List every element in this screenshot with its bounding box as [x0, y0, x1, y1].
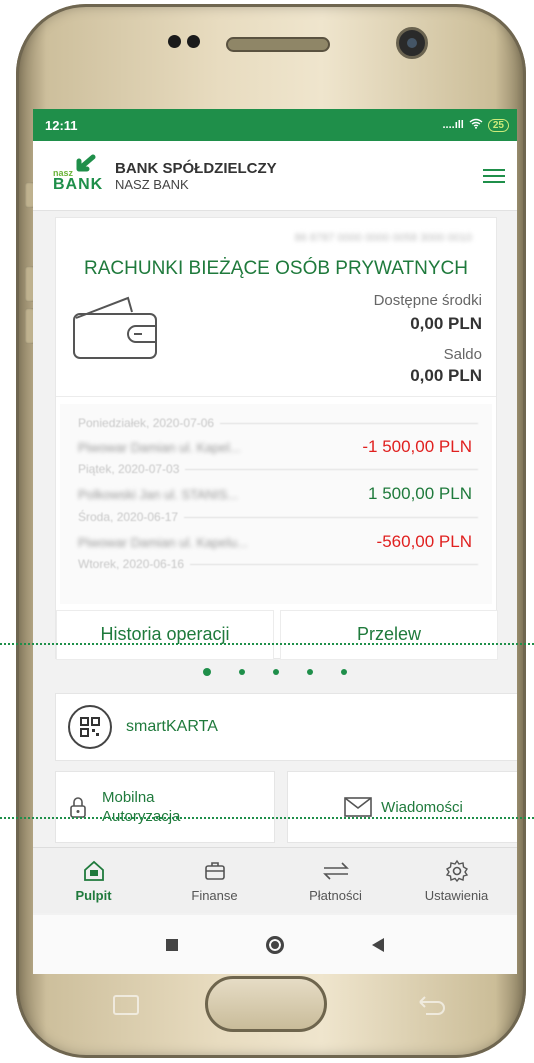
pager-dot[interactable]	[341, 669, 347, 675]
transaction-amount: -1 500,00 PLN	[362, 437, 472, 456]
nav-item-platnosci[interactable]: Płatności	[275, 848, 396, 913]
qr-code-icon	[68, 705, 112, 749]
hamburger-menu-icon[interactable]	[483, 165, 505, 187]
briefcase-icon	[204, 861, 225, 880]
app-screenshot: 12:11 ....ıll 25 nasz BANK BANK SPÓŁDZIE…	[0, 0, 534, 1063]
status-time: 12:11	[45, 117, 78, 133]
transaction-description: Piwowar Damian ul. Kapel...	[78, 440, 241, 455]
transaction-list: Poniedziałek, 2020-07-06 Piwowar Damian …	[60, 404, 492, 604]
pager-dot[interactable]	[307, 669, 313, 675]
pager-dot[interactable]	[203, 668, 211, 676]
nav-label: Pulpit	[75, 887, 112, 903]
nav-label: Finanse	[191, 887, 238, 903]
signal-icon: ....ıll	[442, 119, 464, 131]
smartkarta-tile[interactable]: smartKARTA	[55, 693, 517, 761]
recents-icon[interactable]	[166, 938, 178, 951]
mobile-authorization-label: Mobilna Autoryzacja	[102, 788, 180, 826]
envelope-icon	[344, 797, 372, 817]
transaction-date: Poniedziałek, 2020-07-06	[78, 416, 478, 430]
balance-label: Saldo	[443, 346, 482, 363]
hardware-home-button[interactable]	[205, 976, 327, 1032]
front-camera	[396, 27, 428, 59]
nav-label: Płatności	[309, 887, 362, 903]
account-name: RACHUNKI BIEŻĄCE OSÓB PRYWATNYCH	[84, 258, 468, 279]
bank-logo: nasz BANK	[53, 154, 105, 198]
hardware-recents-key[interactable]	[108, 992, 144, 1018]
phone-screen: 12:11 ....ıll 25 nasz BANK BANK SPÓŁDZIE…	[33, 109, 517, 974]
battery-icon: 25	[487, 118, 509, 132]
messages-tile[interactable]: Wiadomości	[287, 771, 517, 843]
available-funds-value: 0,00 PLN	[410, 314, 482, 333]
status-bar: 12:11 ....ıll 25	[33, 109, 517, 141]
balance-value: 0,00 PLN	[410, 366, 482, 385]
history-button[interactable]: Historia operacji	[56, 610, 274, 660]
nav-item-pulpit[interactable]: Pulpit	[33, 848, 154, 913]
account-number: 86 8787 0000 0000 0058 3000 0010	[294, 232, 472, 244]
brand-text: BANK SPÓŁDZIELCZY NASZ BANK	[115, 160, 277, 192]
pager-dot[interactable]	[239, 669, 245, 675]
nav-label: Ustawienia	[424, 887, 489, 903]
logo-arrow-icon	[76, 154, 96, 171]
home-circle-icon[interactable]	[266, 935, 284, 954]
pager-dot[interactable]	[273, 669, 279, 675]
account-card[interactable]: 86 8787 0000 0000 0058 3000 0010 RACHUNK…	[55, 217, 498, 660]
back-icon[interactable]	[372, 937, 384, 952]
wifi-icon	[469, 118, 483, 132]
guide-line	[0, 643, 534, 645]
transaction-date: Piątek, 2020-07-03	[78, 462, 478, 476]
earpiece-speaker	[226, 37, 330, 52]
mobile-authorization-tile[interactable]: Mobilna Autoryzacja	[55, 771, 275, 843]
transaction-description: Piwowar Damian ul. Kapelu...	[78, 535, 248, 550]
brand-subtitle: NASZ BANK	[115, 176, 189, 192]
home-icon	[83, 860, 104, 881]
transaction-date: Wtorek, 2020-06-16	[78, 557, 478, 571]
light-sensor	[187, 35, 200, 48]
lock-icon	[70, 797, 86, 818]
app-header: nasz BANK BANK SPÓŁDZIELCZY NASZ BANK	[33, 141, 517, 211]
nav-item-finanse[interactable]: Finanse	[154, 848, 275, 913]
smartkarta-label: smartKARTA	[126, 718, 218, 735]
android-navigation-bar	[33, 915, 517, 974]
transfer-button[interactable]: Przelew	[280, 610, 498, 660]
messages-label: Wiadomości	[381, 798, 463, 816]
logo-text: BANK	[53, 175, 104, 193]
transaction-amount: -560,00 PLN	[376, 532, 472, 551]
transaction-date: Środa, 2020-06-17	[78, 510, 478, 524]
wallet-icon	[73, 296, 157, 359]
brand-title: BANK SPÓŁDZIELCZY	[115, 159, 277, 177]
transfer-arrows-icon	[322, 861, 349, 880]
hardware-back-key[interactable]	[412, 992, 448, 1018]
gear-icon	[445, 859, 468, 882]
available-funds-label: Dostępne środki	[373, 292, 482, 309]
guide-line	[0, 817, 534, 819]
mobile-authorization-line1: Mobilna	[102, 789, 155, 806]
bottom-navigation: Pulpit Finanse Płatności Ustawienia	[33, 847, 517, 913]
transaction-amount: 1 500,00 PLN	[368, 484, 472, 503]
status-icons: ....ıll 25	[442, 118, 509, 132]
nav-item-ustawienia[interactable]: Ustawienia	[396, 848, 517, 913]
pager-dots	[33, 668, 517, 676]
proximity-sensor	[168, 35, 181, 48]
transaction-description: Polkowski Jan ul. STANIS...	[78, 487, 239, 502]
divider	[56, 396, 496, 397]
